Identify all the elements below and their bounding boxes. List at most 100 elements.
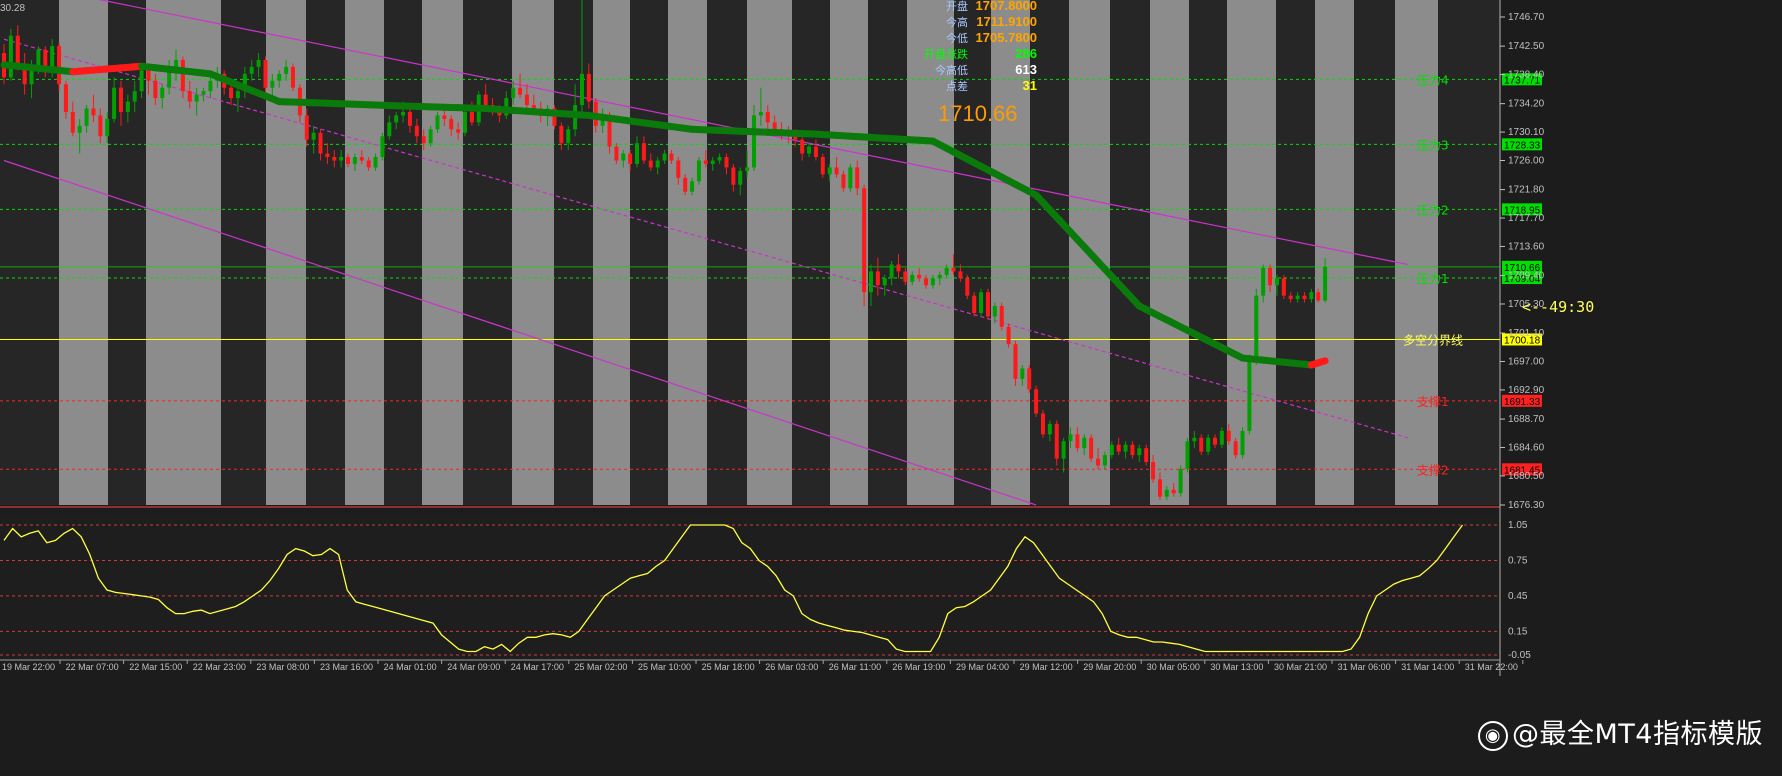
candle-body (1240, 430, 1245, 456)
candle-body (944, 267, 949, 275)
candle-body (1254, 295, 1259, 362)
candle-body (1061, 441, 1066, 459)
mt4-chart[interactable]: 压力4 1737.71压力3 1728.33压力2 1718.951710.66压力1… (0, 0, 1782, 776)
candle-body (277, 73, 282, 81)
candle-body (1247, 361, 1252, 431)
candle-body (401, 111, 406, 116)
session-band (593, 0, 630, 505)
time-label: 31 Mar 06:00 (1338, 662, 1391, 672)
price-tick-label: 1697.00 (1508, 357, 1545, 368)
candle-body (930, 278, 935, 286)
time-label: 30 Mar 05:00 (1147, 662, 1200, 672)
candle-body (414, 125, 419, 137)
candle-body (208, 80, 213, 92)
candle-body (579, 73, 584, 106)
candle-body (325, 153, 330, 158)
candle-body (965, 278, 970, 296)
session-band (630, 0, 668, 505)
candle-body (43, 49, 48, 67)
time-label: 24 Mar 09:00 (447, 662, 500, 672)
price-tick-label: 1692.90 (1508, 385, 1545, 396)
candle-body (992, 306, 997, 317)
candle-body (125, 101, 130, 112)
price-tick-label: 1688.70 (1508, 414, 1545, 425)
candle-body (483, 94, 488, 106)
candle-body (999, 306, 1004, 327)
candle-body (752, 115, 756, 168)
time-label: 22 Mar 07:00 (66, 662, 119, 672)
candle-body (311, 132, 316, 140)
candle-body (70, 111, 75, 133)
candle-body (380, 136, 385, 158)
candle-body (36, 49, 41, 67)
candle-body (1268, 267, 1273, 286)
candle-body (848, 167, 853, 189)
candle-body (146, 70, 151, 81)
candle-body (1309, 292, 1314, 300)
session-band (1354, 0, 1395, 505)
price-tick-label: 1734.20 (1508, 99, 1545, 110)
candle-body (318, 132, 323, 154)
candle-body (98, 115, 103, 137)
candle-body (1226, 430, 1231, 442)
price-tick-label: 1717.70 (1508, 213, 1545, 224)
candle-body (917, 274, 922, 279)
info-value: 1705.7800 (976, 30, 1037, 45)
price-tag-text: 1691.33 (1504, 397, 1541, 408)
candle-body (139, 70, 144, 92)
session-band (668, 0, 707, 505)
candle-body (1323, 266, 1328, 301)
candle-body (531, 105, 536, 109)
candle-body (1027, 368, 1032, 390)
candle-body (635, 143, 640, 164)
candle-body (1192, 437, 1197, 442)
candle-body (559, 125, 564, 144)
price-tick-label: 1742.50 (1508, 41, 1545, 52)
candle-body (456, 129, 461, 133)
candle-body (1006, 326, 1011, 345)
price-tick-label: 1680.50 (1508, 471, 1545, 482)
candle-body (270, 80, 275, 88)
candle-body (428, 129, 433, 144)
candle-body (614, 146, 619, 161)
candle-body (339, 157, 344, 161)
osc-tick-label: 0.15 (1508, 626, 1528, 637)
candle-body (882, 278, 887, 286)
candle-body (676, 160, 681, 178)
info-label: 开盘涨跌 (924, 47, 968, 61)
info-value: 31 (1023, 78, 1037, 93)
candle-body (951, 267, 956, 272)
session-band (1189, 0, 1227, 505)
candle-body (1040, 413, 1045, 435)
candle-body (683, 177, 688, 192)
candle-body (229, 87, 234, 99)
candle-body (841, 174, 846, 189)
candle-body (435, 115, 440, 130)
info-label: 开盘 (946, 0, 968, 13)
level-label: 支撑2 (1417, 462, 1449, 477)
osc-tick-label: 1.05 (1508, 520, 1528, 531)
candle-body (621, 153, 626, 161)
session-band (306, 0, 345, 505)
candle-body (407, 111, 412, 126)
candle-body (1123, 444, 1128, 452)
time-label: 24 Mar 01:00 (384, 662, 437, 672)
candle-body (1075, 434, 1080, 449)
candle-body (889, 264, 894, 279)
candle-body (985, 292, 990, 317)
candle-body (1116, 444, 1121, 452)
candle-body (1151, 462, 1156, 480)
info-value: 1711.9100 (976, 14, 1037, 29)
session-band (384, 0, 422, 505)
candle-body (160, 87, 165, 99)
candle-body (352, 157, 357, 164)
session-band (1227, 0, 1276, 505)
candle-body (655, 160, 660, 168)
candle-body (1178, 468, 1183, 494)
price-tick-label: 1676.30 (1508, 500, 1545, 511)
candle-body (717, 157, 722, 161)
candle-body (662, 153, 667, 161)
candle-body (1054, 423, 1059, 459)
candle-body (1102, 455, 1107, 466)
candle-body (703, 160, 708, 164)
